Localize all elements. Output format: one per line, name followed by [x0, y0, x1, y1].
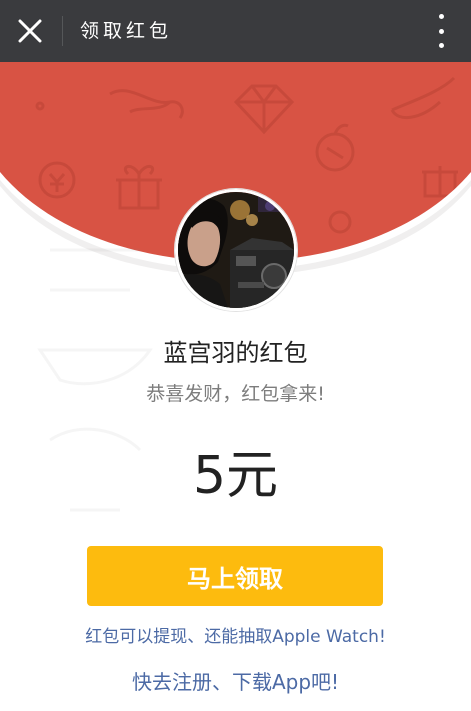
promo-link[interactable]: 红包可以提现、还能抽取Apple Watch!	[0, 624, 471, 650]
top-bar: 领取红包	[0, 0, 471, 62]
more-dot-icon	[438, 14, 444, 19]
avatar-photo	[178, 192, 294, 308]
more-dot-icon	[438, 28, 444, 34]
page-title: 领取红包	[80, 20, 173, 42]
more-dot-icon	[438, 43, 444, 48]
close-icon[interactable]	[18, 19, 42, 43]
avatar	[175, 189, 297, 311]
close-button[interactable]	[12, 13, 48, 49]
sender-name: 蓝宫羽的红包	[163, 339, 308, 367]
more-options-button[interactable]	[433, 14, 449, 48]
title-divider	[62, 16, 63, 46]
claim-now-button[interactable]: 马上领取	[87, 546, 383, 606]
register-download-link[interactable]: 快去注册、下载App吧!	[0, 667, 471, 697]
amount-value: 5元	[192, 446, 279, 506]
greeting-message: 恭喜发财，红包拿来!	[146, 383, 325, 405]
